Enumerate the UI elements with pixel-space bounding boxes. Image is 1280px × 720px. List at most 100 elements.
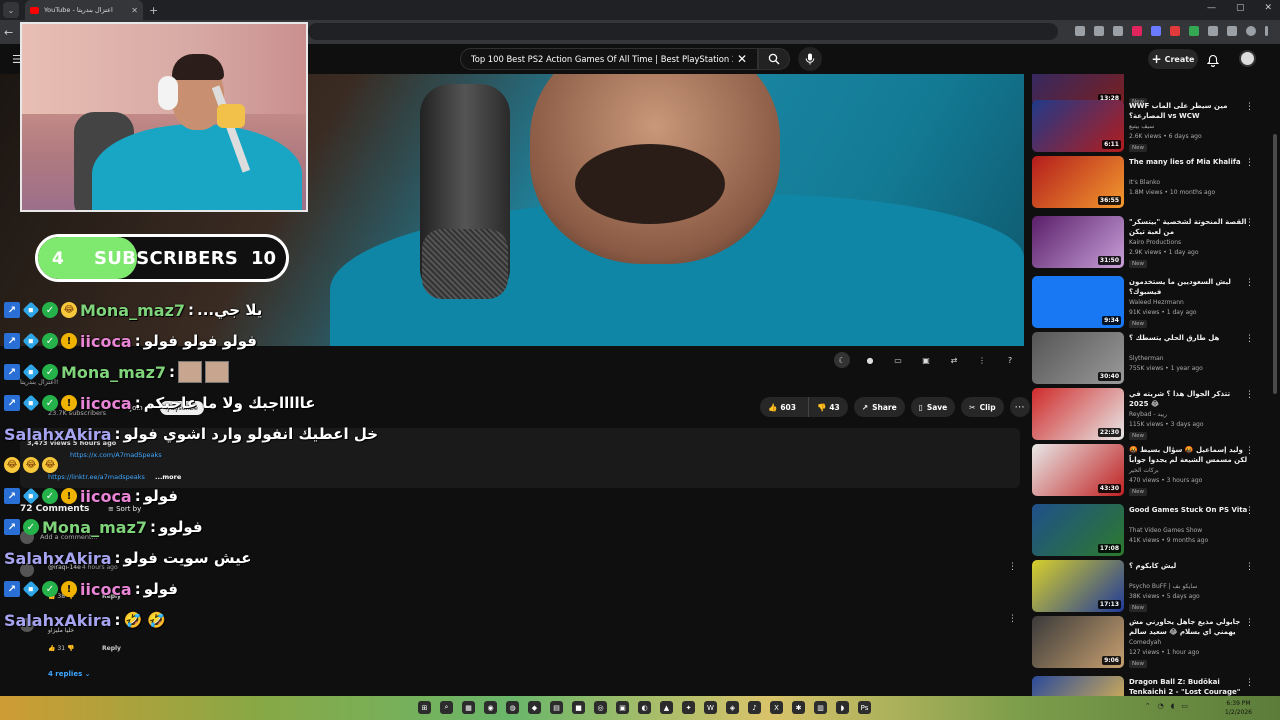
video-thumbnail[interactable]: 9:06 <box>1032 616 1124 668</box>
video-thumbnail[interactable]: 6:11 <box>1032 100 1124 152</box>
description-link-linktree[interactable]: https://linktr.ee/a7madspeaks <box>48 473 145 481</box>
browser-menu-icon[interactable] <box>1265 26 1268 36</box>
light-icon[interactable]: ● <box>862 352 878 368</box>
comment-menu-icon[interactable]: ⋮ <box>1008 614 1017 624</box>
taskbar-app-icon[interactable]: ♪ <box>748 701 761 714</box>
taskbar-app-icon[interactable]: ◈ <box>726 701 739 714</box>
related-video-item[interactable]: 17:08 Good Games Stuck On PS Vita That Vid… <box>1032 504 1270 560</box>
search-input[interactable]: Top 100 Best PS2 Action Games Of All Tim… <box>460 48 758 70</box>
video-title[interactable]: WWF مين سيطر على الماب المصارعة؟ vs WCW <box>1129 101 1249 121</box>
channel-name[interactable]: Psycho BuFF | سايكو بف <box>1129 583 1197 590</box>
video-title[interactable]: جابولي مذيع جاهل يحاورني مش يهمني اي بسل… <box>1129 617 1249 638</box>
miniplayer-icon[interactable]: ▭ <box>890 352 906 368</box>
channel-name[interactable]: Waleed Hezrmann <box>1129 299 1184 306</box>
related-video-item[interactable]: 6:11 WWF مين سيطر على الماب المصارعة؟ vs … <box>1032 100 1270 156</box>
video-thumbnail[interactable]: 17:08 <box>1032 504 1124 556</box>
video-menu-icon[interactable]: ⋮ <box>1245 218 1254 228</box>
more-actions-button[interactable]: ⋯ <box>1009 397 1030 417</box>
video-thumbnail[interactable] <box>1032 676 1124 696</box>
battery-icon[interactable]: ▭ <box>1181 702 1188 710</box>
address-bar[interactable] <box>308 23 1058 40</box>
page-scrollbar[interactable] <box>1272 74 1278 696</box>
video-menu-icon[interactable]: ⋮ <box>1245 678 1254 688</box>
related-video-item[interactable]: 9:34 ليش السعوديين ما يستخدمون فيسبوك؟ Wal… <box>1032 276 1270 332</box>
close-window-button[interactable]: ✕ <box>1264 3 1272 13</box>
related-video-item[interactable]: 17:13 ليش كابكوم ؟ Psycho BuFF | سايكو بف 3… <box>1032 560 1270 616</box>
zoom-icon[interactable] <box>1094 26 1104 36</box>
description-link-x[interactable]: https://x.com/A7madSpeaks <box>70 451 162 459</box>
extension-blue-icon[interactable] <box>1151 26 1161 36</box>
extension-green-icon[interactable] <box>1189 26 1199 36</box>
taskbar-app-icon[interactable]: ◎ <box>594 701 607 714</box>
video-menu-icon[interactable]: ⋮ <box>1245 278 1254 288</box>
tray-chevron-icon[interactable]: ⌃ <box>1145 702 1151 710</box>
video-thumbnail[interactable]: 9:34 <box>1032 276 1124 328</box>
taskbar-app-icon[interactable]: Ps <box>858 701 871 714</box>
taskbar-app-icon[interactable]: ▣ <box>616 701 629 714</box>
help-icon[interactable]: ? <box>1002 352 1018 368</box>
video-thumbnail[interactable]: 22:30 <box>1032 388 1124 440</box>
scrollbar-thumb[interactable] <box>1273 134 1277 394</box>
taskbar-app-icon[interactable]: ▦ <box>462 701 475 714</box>
extensions-puzzle-icon[interactable] <box>1208 26 1218 36</box>
video-title[interactable]: تتذكر الجوال هذا ؟ شريته في 2025 😂 <box>1129 389 1249 409</box>
channel-name[interactable]: Reybad - ريبد <box>1129 411 1167 418</box>
system-clock[interactable]: 6:39 PM 1/2/2026 <box>1225 699 1252 717</box>
star-icon[interactable] <box>1113 26 1123 36</box>
dislike-button[interactable]: 👎 43 <box>808 397 848 417</box>
channel-name[interactable]: That Video Games Show <box>1129 527 1202 534</box>
save-button[interactable]: ▯ Save <box>910 397 956 417</box>
video-menu-icon[interactable]: ⋮ <box>1245 102 1254 112</box>
video-title[interactable]: ليش السعوديين ما يستخدمون فيسبوك؟ <box>1129 277 1249 297</box>
taskbar-app-icon[interactable]: W <box>704 701 717 714</box>
profile-icon[interactable] <box>1246 26 1256 36</box>
clear-search-icon[interactable]: ✕ <box>737 52 747 66</box>
notifications-bell-icon[interactable] <box>1206 52 1220 71</box>
related-video-item[interactable]: 36:55 The many lies of Mia Khalifa It's Bl… <box>1032 156 1270 212</box>
video-title[interactable]: Good Games Stuck On PS Vita <box>1129 505 1249 515</box>
extension-red-icon[interactable] <box>1132 26 1142 36</box>
share-button[interactable]: ↗ Share <box>853 397 905 417</box>
wifi-icon[interactable]: ◔ <box>1158 702 1164 710</box>
video-menu-icon[interactable]: ⋮ <box>1245 506 1254 516</box>
channel-name[interactable]: Slytherman <box>1129 355 1164 362</box>
like-button[interactable]: 👍 603 <box>760 397 804 417</box>
video-thumbnail[interactable]: 30:40 <box>1032 332 1124 384</box>
video-title[interactable]: وليد إسماعيل 🤬 سؤال بسيط 🤬 لكن مسمس الشي… <box>1129 445 1249 465</box>
back-button[interactable]: ← <box>4 26 13 39</box>
ambient-mode-icon[interactable]: ☾ <box>834 352 850 368</box>
video-title[interactable]: Dragon Ball Z: Budōkai Tenkaichi 2 - "Lo… <box>1129 677 1249 696</box>
video-thumbnail[interactable]: 36:55 <box>1032 156 1124 208</box>
related-video-item[interactable]: 22:30 تتذكر الجوال هذا ؟ شريته في 2025 😂 R… <box>1032 388 1270 444</box>
video-menu-icon[interactable]: ⋮ <box>1245 390 1254 400</box>
video-thumbnail[interactable]: 31:50 <box>1032 216 1124 268</box>
channel-name[interactable]: سيف بيتبع <box>1129 123 1154 130</box>
comment-menu-icon[interactable]: ⋮ <box>1008 562 1017 572</box>
video-menu-icon[interactable]: ⋮ <box>1245 618 1254 628</box>
video-menu-icon[interactable]: ⋮ <box>1245 334 1254 344</box>
account-avatar[interactable] <box>1239 50 1256 67</box>
taskbar-app-icon[interactable]: ◍ <box>506 701 519 714</box>
voice-search-button[interactable] <box>798 47 822 71</box>
taskbar-app-icon[interactable]: ◉ <box>484 701 497 714</box>
taskbar-app-icon[interactable]: ◆ <box>528 701 541 714</box>
tab-list-button[interactable]: ⌄ <box>3 2 19 18</box>
create-button[interactable]: + Create <box>1148 49 1198 69</box>
taskbar-app-icon[interactable]: X <box>770 701 783 714</box>
tab-close-icon[interactable]: ✕ <box>131 6 138 15</box>
related-video-item[interactable]: 9:06 جابولي مذيع جاهل يحاورني مش يهمني اي… <box>1032 616 1270 672</box>
related-video-item[interactable]: 43:30 وليد إسماعيل 🤬 سؤال بسيط 🤬 لكن مسمس… <box>1032 444 1270 500</box>
video-thumbnail[interactable]: 43:30 <box>1032 444 1124 496</box>
browser-tab-youtube[interactable]: YouTube - اعتزال بندريتا ✕ <box>25 0 143 20</box>
taskbar-app-icon[interactable]: ▤ <box>550 701 563 714</box>
taskbar-app-icon[interactable]: ✦ <box>682 701 695 714</box>
cast-icon[interactable] <box>1075 26 1085 36</box>
channel-name[interactable]: Comedyah <box>1129 639 1161 646</box>
taskbar-app-icon[interactable]: ◐ <box>638 701 651 714</box>
channel-name[interactable]: بركات الخير <box>1129 467 1159 474</box>
taskbar-app-icon[interactable]: ⊞ <box>418 701 431 714</box>
video-menu-icon[interactable]: ⋮ <box>1245 562 1254 572</box>
taskbar-app-icon[interactable]: ✱ <box>792 701 805 714</box>
maximize-button[interactable]: ▢ <box>1236 3 1245 13</box>
taskbar-app-icon[interactable]: ▲ <box>660 701 673 714</box>
